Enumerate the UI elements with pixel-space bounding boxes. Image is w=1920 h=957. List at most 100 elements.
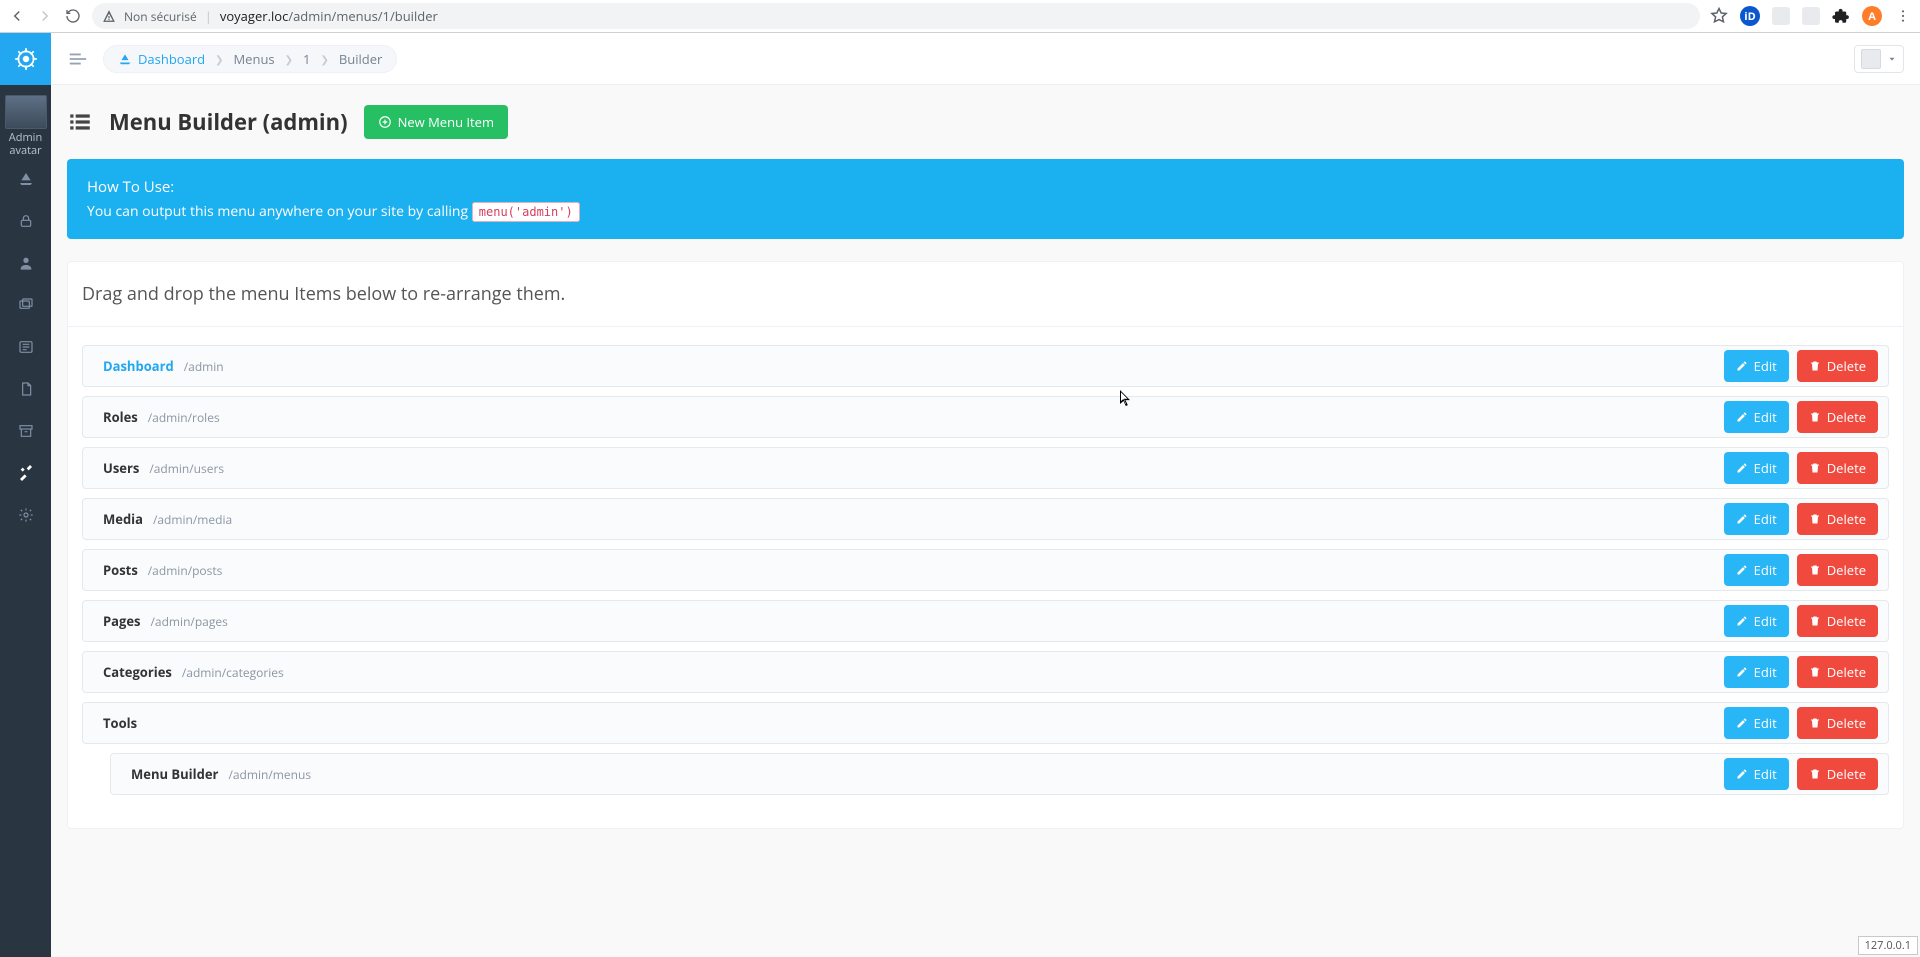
new-menu-item-button[interactable]: New Menu Item <box>364 105 508 139</box>
trash-icon <box>1809 615 1821 627</box>
menu-item[interactable]: Roles /admin/roles Edit Delete <box>82 396 1889 438</box>
boat-small-icon <box>118 52 132 66</box>
delete-button[interactable]: Delete <box>1797 707 1878 739</box>
images-icon <box>18 297 34 313</box>
breadcrumb-menu-id[interactable]: 1 <box>303 50 310 68</box>
news-icon <box>18 339 34 355</box>
menu-item-title: Roles <box>103 408 138 426</box>
pencil-icon <box>1736 513 1748 525</box>
caret-down-icon <box>1887 54 1897 64</box>
sidebar-item-users[interactable] <box>0 253 51 273</box>
nav-reload-button[interactable] <box>64 8 82 24</box>
breadcrumb-dashboard[interactable]: Dashboard <box>118 50 205 68</box>
chevron-right-icon: ❯ <box>320 52 328 66</box>
edit-button[interactable]: Edit <box>1724 707 1789 739</box>
menu-item[interactable]: Dashboard /admin Edit Delete <box>82 345 1889 387</box>
not-secure-label: Non sécurisé <box>124 8 197 25</box>
trash-icon <box>1809 513 1821 525</box>
delete-button[interactable]: Delete <box>1797 452 1878 484</box>
plus-circle-icon <box>378 115 392 129</box>
edit-button[interactable]: Edit <box>1724 503 1789 535</box>
delete-button[interactable]: Delete <box>1797 554 1878 586</box>
edit-button[interactable]: Edit <box>1724 350 1789 382</box>
browser-toolbar: Non sécurisé | voyager.loc/admin/menus/1… <box>0 0 1920 33</box>
menu-item-url: /admin/categories <box>182 664 284 681</box>
breadcrumb-menus[interactable]: Menus <box>233 50 274 68</box>
nav-forward-button[interactable] <box>36 7 54 25</box>
menu-item[interactable]: Media /admin/media Edit Delete <box>82 498 1889 540</box>
menu-item-url: /admin/roles <box>148 409 220 426</box>
nav-back-button[interactable] <box>8 7 26 25</box>
extension-id-icon[interactable]: iD <box>1740 6 1760 26</box>
menu-items-panel: Drag and drop the menu Items below to re… <box>67 261 1904 829</box>
delete-button[interactable]: Delete <box>1797 605 1878 637</box>
edit-button[interactable]: Edit <box>1724 401 1789 433</box>
delete-button[interactable]: Delete <box>1797 350 1878 382</box>
gear-icon <box>18 507 34 523</box>
pencil-icon <box>1736 462 1748 474</box>
menu-item[interactable]: Posts /admin/posts Edit Delete <box>82 549 1889 591</box>
sidebar-avatar[interactable]: Admin avatar <box>0 85 51 163</box>
page-header: Menu Builder (admin) New Menu Item <box>67 105 1904 139</box>
edit-button[interactable]: Edit <box>1724 605 1789 637</box>
list-icon <box>67 109 93 135</box>
trash-icon <box>1809 717 1821 729</box>
menu-item-title: Posts <box>103 561 138 579</box>
avatar-thumb-icon <box>5 95 47 129</box>
menu-item[interactable]: Tools Edit Delete Menu Builder /admin/me… <box>82 702 1889 795</box>
delete-button[interactable]: Delete <box>1797 656 1878 688</box>
pencil-icon <box>1736 360 1748 372</box>
sidebar-item-roles[interactable] <box>0 211 51 231</box>
topbar: Dashboard ❯ Menus ❯ 1 ❯ Builder <box>51 33 1920 85</box>
trash-icon <box>1809 462 1821 474</box>
breadcrumb-builder: Builder <box>339 50 383 68</box>
status-bar-tooltip: 127.0.0.1 <box>1858 936 1918 955</box>
sidebar-item-dashboard[interactable] <box>0 169 51 189</box>
sidebar-item-tools[interactable] <box>0 463 51 483</box>
menu-item-title: Menu Builder <box>131 765 218 783</box>
delete-button[interactable]: Delete <box>1797 401 1878 433</box>
alert-body: You can output this menu anywhere on you… <box>87 201 1884 223</box>
sidebar-logo[interactable] <box>0 33 51 85</box>
profile-avatar[interactable]: A <box>1862 6 1882 26</box>
trash-icon <box>1809 768 1821 780</box>
chrome-menu-button[interactable] <box>1894 8 1912 24</box>
code-snippet: menu('admin') <box>472 202 580 222</box>
sidebar-toggle-button[interactable] <box>67 48 89 70</box>
menu-item[interactable]: Users /admin/users Edit Delete <box>82 447 1889 489</box>
bookmark-star-icon[interactable] <box>1710 7 1728 25</box>
user-icon <box>18 255 34 271</box>
delete-button[interactable]: Delete <box>1797 758 1878 790</box>
extensions-puzzle-icon[interactable] <box>1832 7 1850 25</box>
menu-item-url: /admin/pages <box>151 613 228 630</box>
sidebar-item-media[interactable] <box>0 295 51 315</box>
boat-icon <box>18 171 34 187</box>
menu-item-url: /admin <box>184 358 224 375</box>
edit-button[interactable]: Edit <box>1724 452 1789 484</box>
breadcrumb: Dashboard ❯ Menus ❯ 1 ❯ Builder <box>103 45 397 73</box>
menu-item[interactable]: Pages /admin/pages Edit Delete <box>82 600 1889 642</box>
menu-item-title: Media <box>103 510 143 528</box>
extension-placeholder-2[interactable] <box>1802 7 1820 25</box>
sidebar-item-posts[interactable] <box>0 337 51 357</box>
sidebar-item-categories[interactable] <box>0 421 51 441</box>
extension-placeholder-1[interactable] <box>1772 7 1790 25</box>
edit-button[interactable]: Edit <box>1724 656 1789 688</box>
file-icon <box>18 381 34 397</box>
address-bar[interactable]: Non sécurisé | voyager.loc/admin/menus/1… <box>92 3 1700 29</box>
edit-button[interactable]: Edit <box>1724 554 1789 586</box>
sidebar-item-settings[interactable] <box>0 505 51 525</box>
menu-item-url: /admin/menus <box>228 766 311 783</box>
alert-title: How To Use: <box>87 175 1884 199</box>
menu-item[interactable]: Categories /admin/categories Edit Delete <box>82 651 1889 693</box>
chevron-right-icon: ❯ <box>285 52 293 66</box>
trash-icon <box>1809 360 1821 372</box>
delete-button[interactable]: Delete <box>1797 503 1878 535</box>
menu-item[interactable]: Menu Builder /admin/menus Edit Delete <box>110 753 1889 795</box>
edit-button[interactable]: Edit <box>1724 758 1789 790</box>
sidebar-item-pages[interactable] <box>0 379 51 399</box>
url-text: voyager.loc/admin/menus/1/builder <box>220 7 438 25</box>
menu-item-title: Pages <box>103 612 141 630</box>
menu-item-url: /admin/users <box>149 460 224 477</box>
user-menu[interactable] <box>1854 45 1904 73</box>
